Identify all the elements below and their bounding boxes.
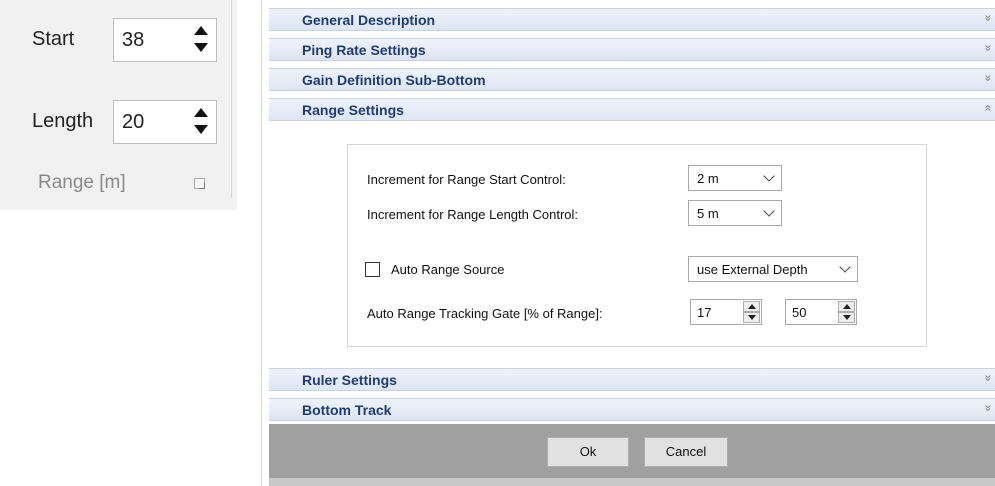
- ribbon-length-row: Length 20: [0, 100, 237, 144]
- length-label: Length: [32, 110, 94, 132]
- expand-chevron-icon[interactable]: »: [982, 15, 995, 22]
- spin-buttons[interactable]: [838, 301, 855, 323]
- auto-range-label[interactable]: Auto Range Source: [391, 262, 504, 277]
- cancel-button[interactable]: Cancel: [644, 437, 728, 467]
- length-spinbox[interactable]: 20: [113, 100, 217, 144]
- length-increment-dropdown[interactable]: 5 m: [688, 200, 782, 226]
- footer-strip: [269, 478, 995, 486]
- expand-chevron-icon[interactable]: »: [982, 405, 995, 412]
- section-bottom-track[interactable]: Bottom Track »: [269, 398, 995, 421]
- length-value[interactable]: 20: [122, 111, 144, 134]
- section-title[interactable]: Range Settings: [302, 102, 404, 118]
- decrement-icon[interactable]: [743, 312, 760, 323]
- section-title[interactable]: Ruler Settings: [302, 372, 397, 388]
- length-increment-label: Increment for Range Length Control:: [367, 207, 579, 222]
- increment-icon[interactable]: [194, 26, 208, 35]
- auto-range-source-dropdown[interactable]: use External Depth: [688, 256, 858, 282]
- start-spinbox[interactable]: 38: [113, 18, 217, 62]
- section-title[interactable]: Bottom Track: [302, 402, 391, 418]
- range-settings-panel: Increment for Range Start Control: 2 m I…: [347, 144, 927, 347]
- section-title[interactable]: Gain Definition Sub-Bottom: [302, 72, 486, 88]
- expand-chevron-icon[interactable]: »: [982, 375, 995, 382]
- dropdown-value[interactable]: 2 m: [697, 171, 719, 186]
- increment-icon[interactable]: [743, 301, 760, 312]
- ribbon-range-group: Start 38 Length 20 Range [m]: [0, 0, 237, 210]
- tracking-gate-label: Auto Range Tracking Gate [% of Range]:: [367, 306, 603, 321]
- dialog-frame: [261, 0, 262, 486]
- expand-chevron-icon[interactable]: »: [982, 45, 995, 52]
- section-ping-rate-settings[interactable]: Ping Rate Settings »: [269, 38, 995, 61]
- increment-icon[interactable]: [838, 301, 855, 312]
- start-increment-label: Increment for Range Start Control:: [367, 172, 566, 187]
- chevron-down-icon[interactable]: [839, 261, 851, 273]
- ribbon-start-row: Start 38: [0, 18, 237, 62]
- dialog-footer: Ok Cancel: [269, 424, 995, 486]
- start-value[interactable]: 38: [122, 29, 144, 52]
- increment-icon[interactable]: [194, 108, 208, 117]
- tracking-gate-low-spinbox[interactable]: 17: [690, 299, 762, 325]
- chevron-down-icon[interactable]: [763, 205, 775, 217]
- tracking-gate-high-spinbox[interactable]: 50: [785, 299, 857, 325]
- section-title[interactable]: Ping Rate Settings: [302, 42, 426, 58]
- section-range-settings[interactable]: Range Settings «: [269, 98, 995, 121]
- dropdown-value[interactable]: 5 m: [697, 206, 719, 221]
- collapse-chevron-icon[interactable]: «: [982, 105, 995, 112]
- start-spin-arrows[interactable]: [186, 19, 216, 61]
- spin-value[interactable]: 50: [792, 305, 806, 320]
- spin-value[interactable]: 17: [697, 305, 711, 320]
- section-title[interactable]: General Description: [302, 12, 435, 28]
- section-general-description[interactable]: General Description »: [269, 8, 995, 31]
- auto-range-checkbox[interactable]: [365, 262, 380, 277]
- dropdown-value[interactable]: use External Depth: [697, 262, 808, 277]
- expand-chevron-icon[interactable]: »: [982, 75, 995, 82]
- start-increment-dropdown[interactable]: 2 m: [688, 165, 782, 191]
- spin-buttons[interactable]: [743, 301, 760, 323]
- dialog-launcher-icon[interactable]: [194, 178, 205, 189]
- decrement-icon[interactable]: [838, 312, 855, 323]
- decrement-icon[interactable]: [194, 43, 208, 52]
- section-ruler-settings[interactable]: Ruler Settings »: [269, 368, 995, 391]
- ok-button[interactable]: Ok: [547, 437, 629, 467]
- decrement-icon[interactable]: [194, 125, 208, 134]
- start-label: Start: [32, 28, 75, 50]
- section-gain-definition-sub-bottom[interactable]: Gain Definition Sub-Bottom »: [269, 68, 995, 91]
- length-spin-arrows[interactable]: [186, 101, 216, 143]
- chevron-down-icon[interactable]: [763, 170, 775, 182]
- ribbon-group-label: Range [m]: [38, 172, 126, 193]
